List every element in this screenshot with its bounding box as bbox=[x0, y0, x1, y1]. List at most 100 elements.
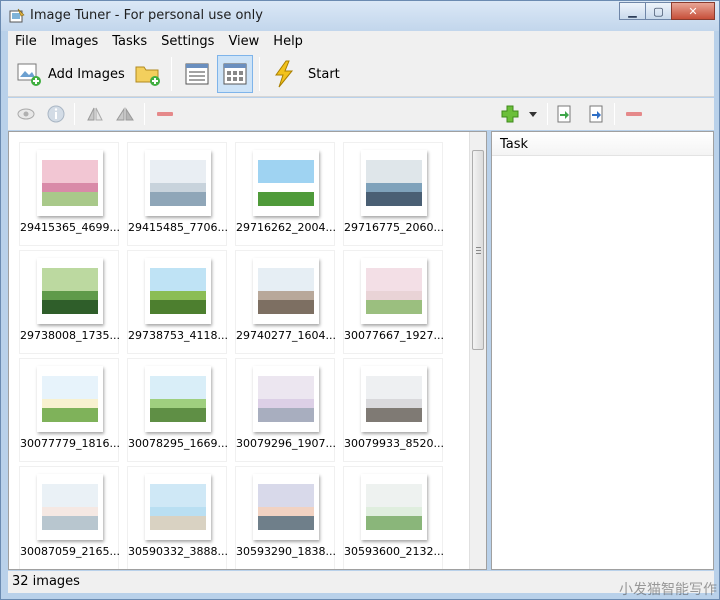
thumbnail-filename: 29716262_2004... bbox=[236, 221, 336, 234]
maximize-button[interactable]: ▢ bbox=[645, 2, 671, 20]
image-thumbnail-tile[interactable]: 29716262_2004... bbox=[235, 142, 336, 246]
thumbnail-image bbox=[258, 268, 314, 314]
thumbnail-image bbox=[258, 484, 314, 530]
lightning-icon bbox=[275, 60, 294, 88]
image-thumbnail-tile[interactable]: 30077667_1927... bbox=[343, 250, 444, 354]
scrollbar-thumb[interactable] bbox=[472, 150, 484, 350]
list-view-icon bbox=[185, 63, 209, 85]
image-count: 32 images bbox=[12, 574, 80, 589]
add-images-button[interactable]: Add Images bbox=[16, 57, 125, 91]
import-icon bbox=[557, 105, 571, 123]
info-icon bbox=[47, 105, 65, 123]
image-gallery[interactable]: 29415365_4699... 29415485_7706... 29716262… bbox=[8, 131, 487, 570]
toolbar-separator bbox=[259, 57, 260, 91]
eye-icon bbox=[17, 108, 35, 120]
thumbnail-image bbox=[258, 160, 314, 206]
image-thumbnail-tile[interactable]: 30590332_3888... bbox=[127, 466, 228, 569]
task-column-header[interactable]: Task bbox=[492, 132, 713, 156]
menu-images[interactable]: Images bbox=[44, 34, 106, 49]
thumbnail-filename: 30593290_1838... bbox=[236, 545, 336, 558]
app-icon bbox=[9, 8, 25, 23]
image-thumbnail-tile[interactable]: 30079296_1907... bbox=[235, 358, 336, 462]
toolbar-separator bbox=[171, 57, 172, 91]
image-thumbnail-tile[interactable]: 29415365_4699... bbox=[19, 142, 120, 246]
info-button[interactable] bbox=[47, 105, 65, 123]
add-folder-button[interactable] bbox=[134, 57, 162, 91]
flip-vertical-icon bbox=[116, 107, 134, 121]
add-images-label: Add Images bbox=[48, 66, 125, 82]
details-view-button[interactable] bbox=[179, 55, 215, 93]
remove-task-button[interactable] bbox=[625, 105, 643, 123]
menu-view[interactable]: View bbox=[221, 34, 266, 49]
image-thumbnail-tile[interactable]: 29740277_1604... bbox=[235, 250, 336, 354]
thumbnail-frame bbox=[361, 150, 427, 216]
thumbnail-frame bbox=[361, 366, 427, 432]
minimize-button[interactable]: ▁ bbox=[619, 2, 645, 20]
grip-line bbox=[476, 250, 481, 251]
thumbnail-view-button[interactable] bbox=[217, 55, 253, 93]
thumbnail-image bbox=[258, 376, 314, 422]
thumbnail-frame bbox=[145, 474, 211, 540]
import-task-button[interactable] bbox=[555, 105, 573, 123]
toolbar-separator bbox=[144, 103, 145, 125]
thumbnail-filename: 29415485_7706... bbox=[128, 221, 228, 234]
menu-bar: File Images Tasks Settings View Help bbox=[8, 31, 714, 51]
thumbnail-image bbox=[150, 376, 206, 422]
thumbnail-image bbox=[366, 160, 422, 206]
image-thumbnail-tile[interactable]: 30078295_1669... bbox=[127, 358, 228, 462]
menu-settings[interactable]: Settings bbox=[154, 34, 221, 49]
grip-line bbox=[476, 247, 481, 248]
window-title: Image Tuner - For personal use only bbox=[30, 8, 263, 23]
start-label: Start bbox=[308, 66, 340, 82]
task-panel[interactable]: Task bbox=[491, 131, 714, 570]
thumbnail-filename: 29716775_2060... bbox=[344, 221, 444, 234]
title-bar[interactable]: Image Tuner - For personal use only ▁ ▢ … bbox=[1, 1, 719, 31]
thumbnail-frame bbox=[37, 366, 103, 432]
image-thumbnail-tile[interactable]: 29738008_1735... bbox=[19, 250, 120, 354]
menu-file[interactable]: File bbox=[8, 34, 44, 49]
gallery-scrollbar[interactable] bbox=[469, 132, 486, 569]
add-task-button[interactable] bbox=[501, 105, 519, 123]
status-bar: 32 images bbox=[8, 571, 714, 593]
thumbnail-image bbox=[366, 268, 422, 314]
image-thumbnail-tile[interactable]: 30087059_2165... bbox=[19, 466, 120, 569]
thumbnail-frame bbox=[145, 366, 211, 432]
toolbar-separator bbox=[547, 103, 548, 125]
flip-horizontal-button[interactable] bbox=[86, 105, 104, 123]
thumbnail-frame bbox=[145, 150, 211, 216]
main-toolbar: Add Images Start bbox=[8, 51, 714, 97]
menu-help[interactable]: Help bbox=[266, 34, 310, 49]
minus-icon bbox=[626, 112, 642, 116]
export-task-button[interactable] bbox=[587, 105, 605, 123]
thumbnail-frame bbox=[253, 366, 319, 432]
thumbnail-frame bbox=[37, 150, 103, 216]
thumbnail-image bbox=[42, 268, 98, 314]
start-button[interactable]: Start bbox=[271, 57, 340, 91]
image-thumbnail-tile[interactable]: 29716775_2060... bbox=[343, 142, 444, 246]
add-image-icon bbox=[17, 63, 41, 86]
preview-button[interactable] bbox=[17, 105, 35, 123]
thumbnail-filename: 29738008_1735... bbox=[20, 329, 120, 342]
remove-image-button[interactable] bbox=[156, 105, 174, 123]
watermark: 小发猫智能写作 bbox=[619, 582, 717, 598]
thumbnail-filename: 30077779_1816... bbox=[20, 437, 120, 450]
image-thumbnail-tile[interactable]: 30079933_8520... bbox=[343, 358, 444, 462]
image-thumbnail-tile[interactable]: 30593290_1838... bbox=[235, 466, 336, 569]
image-thumbnail-tile[interactable]: 29738753_4118... bbox=[127, 250, 228, 354]
grid-view-icon bbox=[223, 63, 247, 85]
flip-vertical-button[interactable] bbox=[116, 105, 134, 123]
thumbnail-filename: 29738753_4118... bbox=[128, 329, 228, 342]
image-thumbnail-tile[interactable]: 30593600_2132... bbox=[343, 466, 444, 569]
image-thumbnail-tile[interactable]: 30077779_1816... bbox=[19, 358, 120, 462]
close-button[interactable]: ✕ bbox=[671, 2, 715, 20]
image-thumbnail-tile[interactable]: 29415485_7706... bbox=[127, 142, 228, 246]
thumbnail-filename: 30078295_1669... bbox=[128, 437, 228, 450]
secondary-toolbar bbox=[8, 98, 714, 130]
thumbnail-frame bbox=[253, 474, 319, 540]
thumbnail-filename: 30087059_2165... bbox=[20, 545, 120, 558]
app-window: Image Tuner - For personal use only ▁ ▢ … bbox=[0, 0, 720, 600]
thumbnail-image bbox=[42, 376, 98, 422]
menu-tasks[interactable]: Tasks bbox=[105, 34, 154, 49]
thumbnail-image bbox=[42, 484, 98, 530]
add-task-dropdown[interactable] bbox=[527, 105, 539, 123]
